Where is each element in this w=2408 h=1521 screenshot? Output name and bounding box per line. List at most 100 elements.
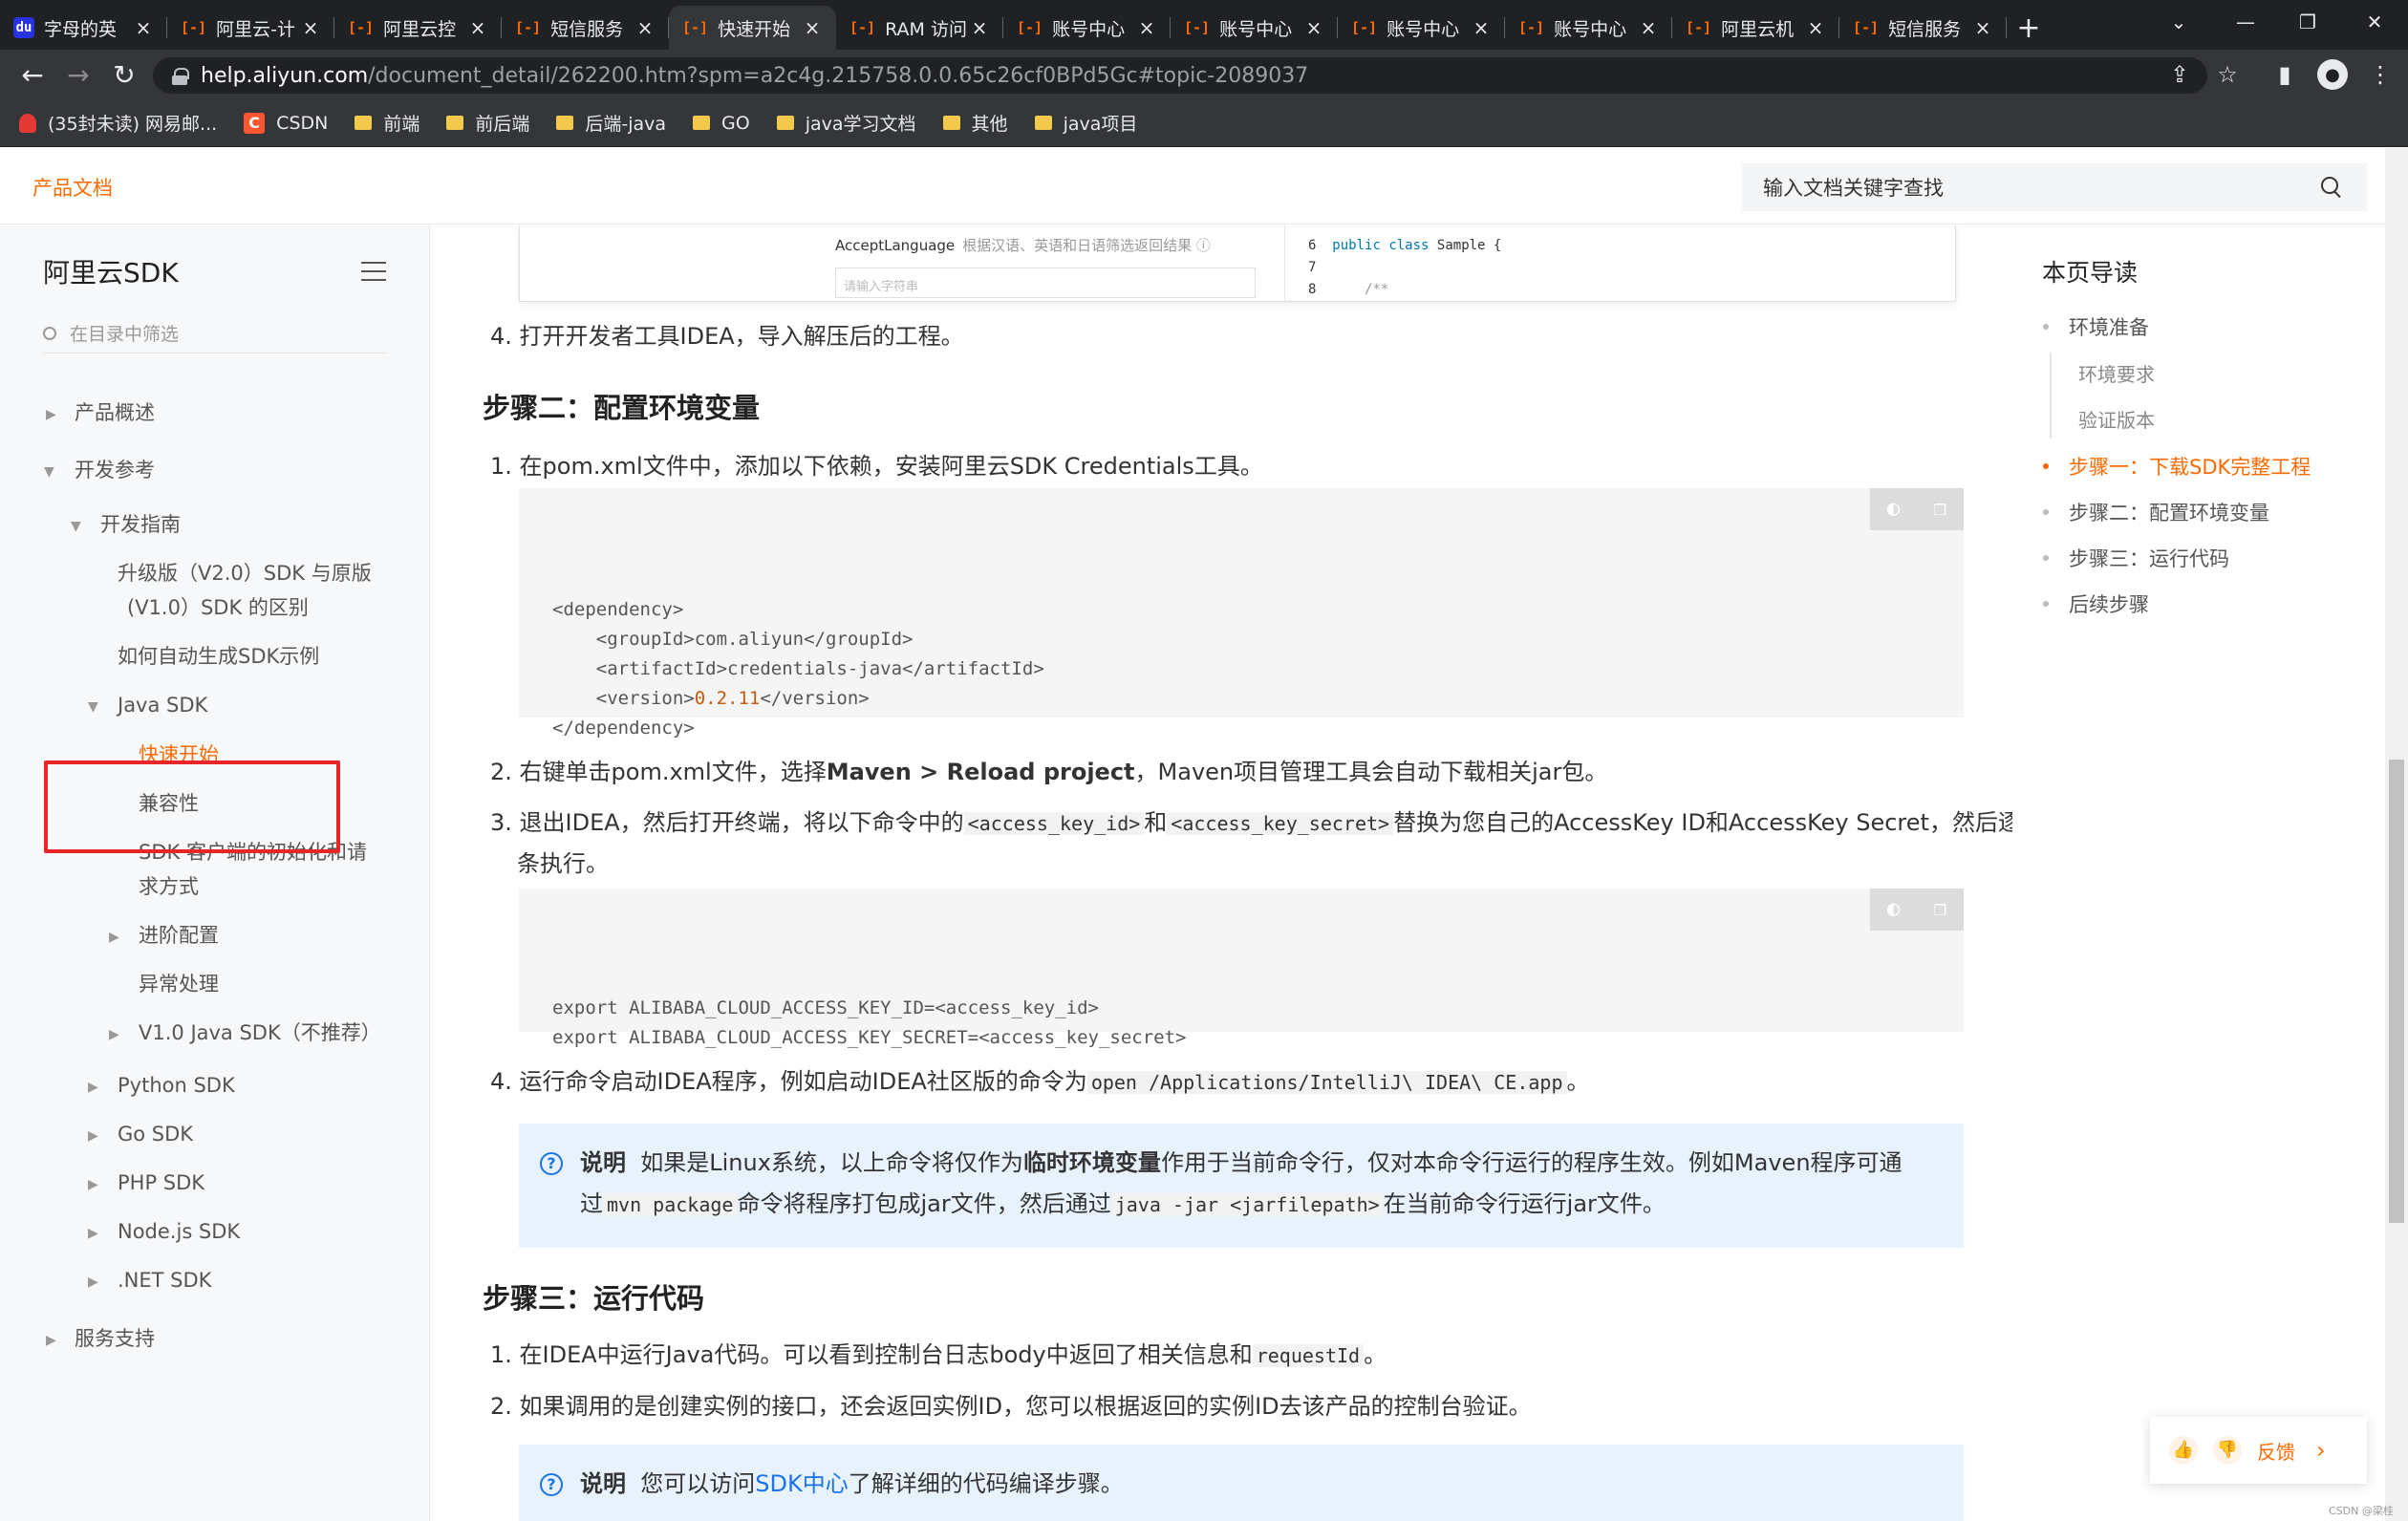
chevron-right-icon[interactable]: ▶ xyxy=(88,1275,98,1290)
close-icon[interactable]: × xyxy=(969,16,990,39)
toc-item-verify[interactable]: 验证版本 xyxy=(2078,405,2155,433)
close-icon[interactable]: × xyxy=(1136,16,1157,39)
sidebar-item-dev-reference[interactable]: 开发参考 xyxy=(75,453,155,487)
bookmark-folder[interactable]: 其他 xyxy=(942,110,1008,136)
chevron-down-icon[interactable]: ▼ xyxy=(44,464,54,480)
theme-toggle-icon[interactable]: ◐ xyxy=(1881,497,1906,522)
thumbs-up-icon[interactable]: 👍 xyxy=(2169,1436,2198,1465)
browser-tab[interactable]: [-] 阿里云控 × xyxy=(334,6,502,50)
chevron-right-icon[interactable]: ▶ xyxy=(46,1333,56,1348)
browser-tab[interactable]: [-] RAM 访问 × xyxy=(836,6,1003,50)
close-icon[interactable]: × xyxy=(1805,16,1826,39)
doc-search-input[interactable]: 输入文档关键字查找 xyxy=(1742,163,2367,211)
sidebar-item-go-sdk[interactable]: Go SDK xyxy=(118,1117,193,1151)
side-panel-icon[interactable]: ▮ xyxy=(2269,59,2300,90)
code-block-export[interactable]: ◐ ❐ export ALIBABA_CLOUD_ACCESS_KEY_ID=<a… xyxy=(519,889,1964,1048)
toc-item-env[interactable]: 环境准备 xyxy=(2069,312,2149,341)
thumbs-down-icon[interactable]: 👎 xyxy=(2213,1436,2242,1465)
page-scrollbar[interactable] xyxy=(2385,148,2408,1521)
bookmark-item[interactable]: (35封未读) 网易邮... xyxy=(19,110,217,136)
close-icon[interactable]: × xyxy=(1303,16,1324,39)
chevron-right-icon[interactable]: ▶ xyxy=(88,1177,98,1192)
browser-tab-active[interactable]: [-] 快速开始 × xyxy=(669,6,836,50)
close-icon[interactable]: × xyxy=(300,16,321,39)
chevron-down-icon[interactable]: ▼ xyxy=(88,699,98,715)
close-icon[interactable]: × xyxy=(1471,16,1492,39)
scrollbar-thumb[interactable] xyxy=(2389,760,2404,1223)
profile-avatar-icon[interactable]: ● xyxy=(2317,59,2348,90)
browser-tab[interactable]: [-] 账号中心 × xyxy=(1171,6,1338,50)
toc-item-step2[interactable]: 步骤二：配置环境变量 xyxy=(2069,498,2269,526)
close-icon[interactable]: × xyxy=(1972,16,1993,39)
sidebar-item-v1-java[interactable]: V1.0 Java SDK（不推荐） xyxy=(139,1016,381,1050)
close-icon[interactable]: × xyxy=(467,16,488,39)
close-icon[interactable]: × xyxy=(133,16,154,39)
browser-tab[interactable]: [-] 阿里云-计 × xyxy=(167,6,334,50)
bookmark-folder[interactable]: java学习文档 xyxy=(776,110,916,136)
toc-item-step3[interactable]: 步骤三：运行代码 xyxy=(2069,544,2229,572)
chevron-down-icon[interactable]: ▼ xyxy=(71,519,81,534)
sidebar-item-v2-diff-cont[interactable]: (V1.0）SDK 的区别 xyxy=(127,590,309,625)
chevron-right-icon[interactable]: ▶ xyxy=(88,1080,98,1095)
close-icon[interactable]: × xyxy=(634,16,656,39)
feedback-button[interactable]: 反馈 xyxy=(2257,1437,2295,1465)
sidebar-filter-input[interactable]: 在目录中筛选 xyxy=(43,313,387,353)
sidebar-item-java-sdk[interactable]: Java SDK xyxy=(118,688,207,722)
chevron-right-icon[interactable]: ▶ xyxy=(109,1027,119,1042)
more-menu-icon[interactable]: ⋮ xyxy=(2365,59,2396,90)
reload-icon[interactable]: ↻ xyxy=(101,52,147,97)
sidebar-item-dotnet-sdk[interactable]: .NET SDK xyxy=(118,1263,211,1297)
browser-tab[interactable]: [-] 账号中心 × xyxy=(1338,6,1505,50)
sidebar-item-dev-guide[interactable]: 开发指南 xyxy=(100,507,181,542)
chevron-right-icon[interactable]: ▶ xyxy=(46,407,56,422)
bookmark-folder[interactable]: java项目 xyxy=(1034,110,1137,136)
browser-tab[interactable]: [-] 阿里云机 × xyxy=(1672,6,1839,50)
bookmark-folder[interactable]: 后端-java xyxy=(556,110,666,136)
back-icon[interactable]: ← xyxy=(10,52,55,97)
sidebar-item-exception[interactable]: 异常处理 xyxy=(139,967,219,1001)
toc-item-step1[interactable]: 步骤一：下载SDK完整工程 xyxy=(2069,452,2311,481)
sidebar-item-php-sdk[interactable]: PHP SDK xyxy=(118,1166,204,1200)
close-icon[interactable]: × xyxy=(802,16,823,39)
sidebar-item-python-sdk[interactable]: Python SDK xyxy=(118,1068,235,1103)
search-icon[interactable] xyxy=(2321,177,2342,198)
bookmark-folder[interactable]: 前端 xyxy=(355,110,419,136)
sidebar-item-auto-sample[interactable]: 如何自动生成SDK示例 xyxy=(118,639,319,674)
copy-icon[interactable]: ❐ xyxy=(1928,497,1953,522)
chevron-right-icon[interactable]: ▶ xyxy=(109,930,119,945)
copy-icon[interactable]: ❐ xyxy=(1928,897,1953,922)
sdk-center-link[interactable]: SDK中心 xyxy=(755,1470,848,1497)
bookmark-star-icon[interactable]: ☆ xyxy=(2212,59,2243,90)
restore-icon[interactable]: ❐ xyxy=(2279,0,2336,44)
forward-icon[interactable]: → xyxy=(55,52,101,97)
tab-search-icon[interactable]: ⌄ xyxy=(2150,0,2207,44)
sidebar-item-support[interactable]: 服务支持 xyxy=(75,1321,155,1356)
browser-tab[interactable]: [-] 账号中心 × xyxy=(1505,6,1672,50)
product-docs-link[interactable]: 产品文档 xyxy=(32,173,113,202)
close-icon[interactable]: × xyxy=(1638,16,1659,39)
sidebar-item-advanced-config[interactable]: 进阶配置 xyxy=(139,918,219,953)
toc-item-env-req[interactable]: 环境要求 xyxy=(2078,359,2155,387)
sidebar-item-client-init-cont[interactable]: 求方式 xyxy=(139,869,199,904)
theme-toggle-icon[interactable]: ◐ xyxy=(1881,897,1906,922)
browser-tab[interactable]: [-] 短信服务 × xyxy=(502,6,669,50)
new-tab-button[interactable]: + xyxy=(2007,6,2051,50)
bookmark-item[interactable]: C CSDN xyxy=(244,112,328,134)
chevron-right-icon[interactable]: ▶ xyxy=(88,1226,98,1241)
bookmark-folder[interactable]: GO xyxy=(693,113,750,134)
bookmark-folder[interactable]: 前后端 xyxy=(446,110,529,136)
minimize-icon[interactable]: — xyxy=(2217,0,2274,44)
code-block-dependency[interactable]: ◐ ❐ <dependency> <groupId>com.aliyun</gro… xyxy=(519,488,1964,739)
chevron-right-icon[interactable]: › xyxy=(2316,1437,2326,1464)
browser-tab[interactable]: du 字母的英 × xyxy=(0,6,167,50)
window-close-icon[interactable]: ✕ xyxy=(2346,0,2403,44)
sidebar-item-product-overview[interactable]: 产品概述 xyxy=(75,396,155,430)
sidebar-item-v2-diff[interactable]: 升级版（V2.0）SDK 与原版 xyxy=(118,556,372,590)
address-bar[interactable]: help.aliyun.com/document_detail/262200.h… xyxy=(153,57,2207,94)
share-icon[interactable]: ⇪ xyxy=(2164,59,2195,90)
browser-tab[interactable]: [-] 账号中心 × xyxy=(1003,6,1171,50)
hamburger-menu-icon[interactable] xyxy=(361,262,386,281)
sidebar-item-nodejs-sdk[interactable]: Node.js SDK xyxy=(118,1214,240,1249)
chevron-right-icon[interactable]: ▶ xyxy=(88,1128,98,1144)
browser-tab[interactable]: [-] 短信服务 × xyxy=(1839,6,2007,50)
